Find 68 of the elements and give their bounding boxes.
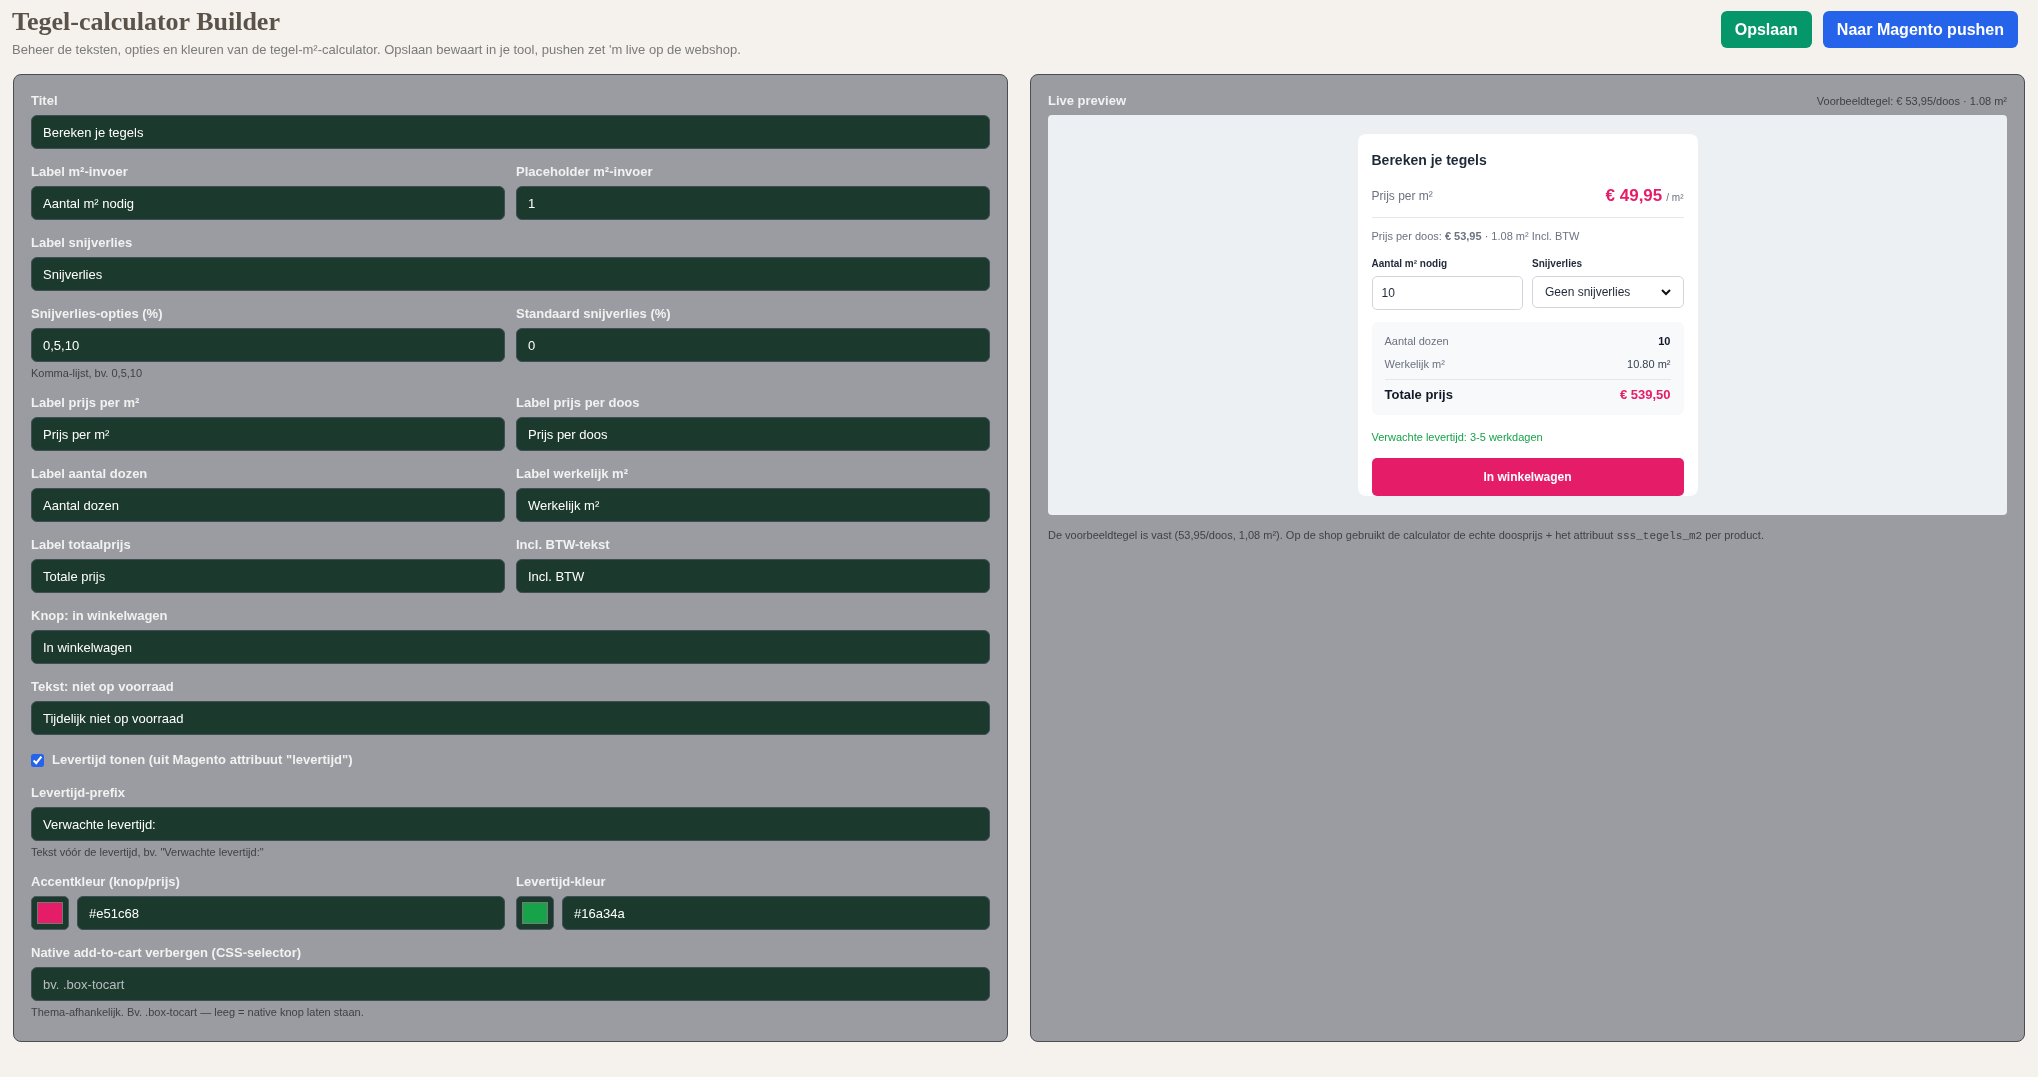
help-text: Komma-lijst, bv. 0,5,10 (31, 366, 144, 380)
price-label: Prijs per m² (1371, 187, 1433, 205)
quantity-label: Aantal m² nodig (1371, 257, 1449, 271)
field-label: Label werkelijk m² (516, 466, 629, 482)
summary-label: Totale prijs (1384, 386, 1453, 404)
checkbox-label: Levertijd tonen (uit Magento attribuut "levertijd") (52, 751, 353, 770)
page-title: Tegel-calculator Builder (12, 8, 281, 36)
input-field[interactable]: Werkelijk m² (516, 488, 990, 522)
delivery-text: Verwachte levertijd: 3-5 werkdagen (1371, 429, 1544, 445)
price-value: € 49,95 (1605, 185, 1663, 207)
summary-label: Werkelijk m² (1384, 357, 1445, 373)
field-label: Knop: in winkelwagen (31, 608, 169, 624)
input-field[interactable]: Incl. BTW (516, 559, 990, 593)
input-field[interactable]: Snijverlies (31, 257, 990, 291)
loss-label: Snijverlies (1532, 257, 1584, 271)
box-price-text: Prijs per doos: € 53,95 · 1.08 m² Incl. BTW (1371, 228, 1581, 244)
input-field[interactable]: Aantal dozen (31, 488, 505, 522)
field-label: Titel (31, 93, 59, 109)
field-label: Native add-to-cart verbergen (CSS-selector) (31, 945, 303, 961)
field-label: Label prijs per doos (516, 395, 641, 411)
input-field[interactable]: 0,5,10 (31, 328, 505, 362)
summary-value: 10.80 m² (1627, 357, 1671, 373)
help-text: Tekst vóór de levertijd, bv. "Verwachte levertijd:" (31, 845, 265, 859)
field-label: Label totaalprijs (31, 537, 132, 553)
summary-value: 10 (1658, 334, 1671, 350)
field-label: Label snijverlies (31, 235, 134, 251)
field-label: Label m²-invoer (31, 164, 129, 180)
field-label: Levertijd-kleur (516, 874, 607, 890)
chevron-down-icon (1660, 288, 1671, 296)
price-unit: / m² (1666, 191, 1684, 205)
page-subtitle: Beheer de teksten, opties en kleuren van de tegel-m²-calculator. Opslaan bewaart in je tool, pushen zet 'm live op de webshop. (12, 41, 741, 59)
push-button[interactable]: Naar Magento pushen (1822, 11, 2018, 48)
preview-title: Live preview (1048, 92, 1127, 111)
field-label: Tekst: niet op voorraad (31, 679, 175, 695)
preview-note: De voorbeeldtegel is vast (53,95/doos, 1,08 m²). Op de shop gebruikt de calculator de echte doosprijs + het attribuut sss_tegels_m2 per product. (1048, 528, 1765, 544)
input-field[interactable]: Totale prijs (31, 559, 505, 593)
card-title: Bereken je tegels (1371, 151, 1488, 170)
quantity-input[interactable]: 10 (1371, 276, 1523, 310)
save-button[interactable]: Opslaan (1720, 11, 1812, 48)
add-to-cart-button[interactable]: In winkelwagen (1371, 458, 1684, 496)
checkbox[interactable] (31, 753, 44, 767)
preview-meta: Voorbeeldtegel: € 53,95/doos · 1.08 m² (1816, 93, 2007, 109)
color-swatch[interactable] (516, 896, 554, 930)
input-field[interactable]: #e51c68 (77, 896, 505, 930)
field-label: Standaard snijverlies (%) (516, 306, 672, 322)
color-swatch[interactable] (31, 896, 69, 930)
input-field[interactable]: Aantal m² nodig (31, 186, 505, 220)
input-field[interactable]: Tijdelijk niet op voorraad (31, 701, 990, 735)
input-field[interactable]: Bereken je tegels (31, 115, 990, 149)
field-label: Label prijs per m² (31, 395, 141, 411)
field-label: Placeholder m²-invoer (516, 164, 654, 180)
input-field[interactable]: In winkelwagen (31, 630, 990, 664)
field-label: Label aantal dozen (31, 466, 149, 482)
summary-value: € 539,50 (1619, 386, 1671, 404)
input-field[interactable]: bv. .box-tocart (31, 967, 990, 1001)
summary-label: Aantal dozen (1384, 334, 1449, 350)
input-field[interactable]: Verwachte levertijd: (31, 807, 990, 841)
input-field[interactable]: Prijs per m² (31, 417, 505, 451)
input-field[interactable]: Prijs per doos (516, 417, 990, 451)
field-label: Accentkleur (knop/prijs) (31, 874, 181, 890)
loss-select[interactable]: Geen snijverlies (1532, 276, 1684, 308)
help-text: Thema-afhankelijk. Bv. .box-tocart — leeg = native knop laten staan. (31, 1005, 365, 1019)
input-field[interactable]: 0 (516, 328, 990, 362)
input-field[interactable]: #16a34a (562, 896, 990, 930)
input-field[interactable]: 1 (516, 186, 990, 220)
field-label: Snijverlies-opties (%) (31, 306, 164, 322)
field-label: Levertijd-prefix (31, 785, 126, 801)
field-label: Incl. BTW-tekst (516, 537, 611, 553)
